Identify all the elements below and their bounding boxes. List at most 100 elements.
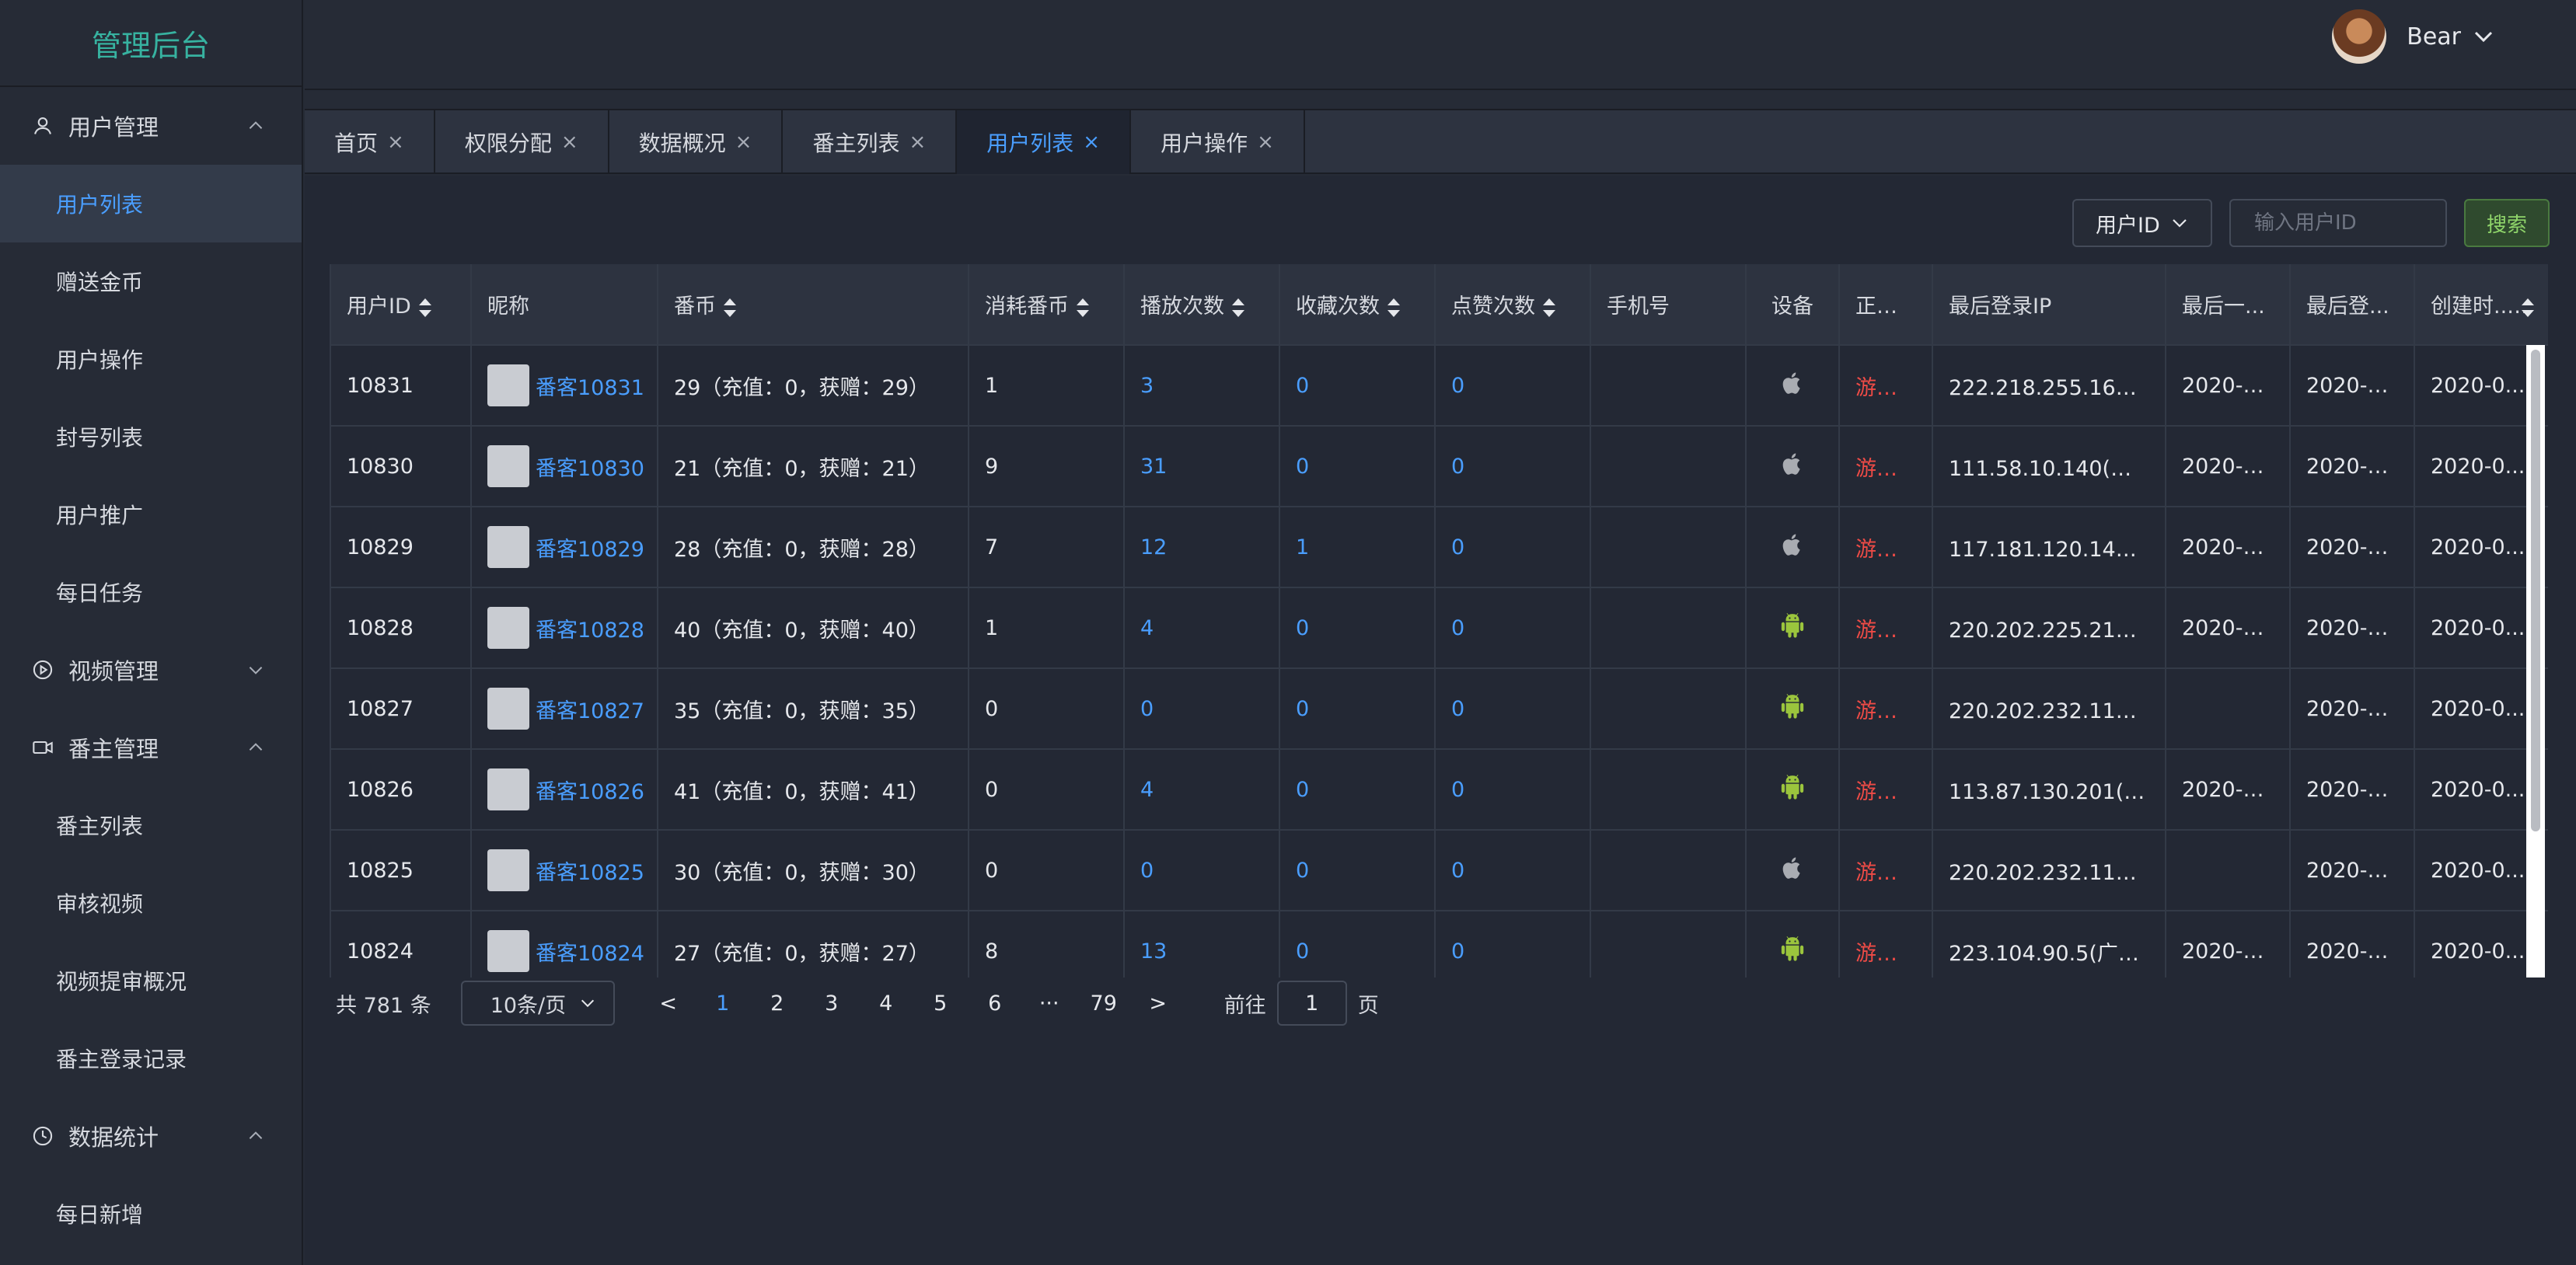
close-icon[interactable]: ×: [1257, 131, 1274, 154]
like-count-link[interactable]: 0: [1435, 587, 1591, 669]
column-header-4[interactable]: 播放次数: [1124, 264, 1280, 346]
sidebar-item-0-0[interactable]: 用户列表: [0, 165, 302, 242]
play-count-link[interactable]: 4: [1124, 749, 1280, 831]
favorite-count-link[interactable]: 1: [1279, 507, 1436, 588]
nickname-link[interactable]: 番客10827: [536, 694, 644, 724]
chevron-down-icon[interactable]: [2472, 25, 2495, 48]
user-menu[interactable]: Bear: [2332, 9, 2495, 64]
sidebar-item-2-3[interactable]: 番主登录记录: [0, 1019, 302, 1097]
sort-icon[interactable]: [1077, 298, 1089, 317]
like-count-link[interactable]: 0: [1435, 668, 1591, 750]
search-field-select[interactable]: 用户ID: [2072, 199, 2212, 247]
sidebar-group-3[interactable]: 数据统计: [0, 1097, 302, 1175]
page-size-select[interactable]: 10条/页: [460, 981, 615, 1026]
favorite-count-link[interactable]: 0: [1279, 830, 1436, 911]
close-icon[interactable]: ×: [909, 131, 926, 154]
sort-icon[interactable]: [1232, 298, 1244, 317]
tab-4[interactable]: 用户列表 ×: [957, 110, 1132, 174]
close-icon[interactable]: ×: [561, 131, 578, 154]
play-count-link[interactable]: 31: [1124, 426, 1280, 507]
table-row[interactable]: 10826 番客10826 41（充值：0，获赠：41） 0 4 0 0 游客... 113.8…: [331, 749, 2548, 831]
next-page-button[interactable]: >: [1131, 991, 1185, 1016]
like-count-link[interactable]: 0: [1435, 749, 1591, 831]
sidebar-item-0-2[interactable]: 用户操作: [0, 320, 302, 398]
page-button-6[interactable]: ···: [1022, 991, 1077, 1016]
page-button-7[interactable]: 79: [1077, 991, 1131, 1016]
like-count-link[interactable]: 0: [1435, 507, 1591, 588]
jump-page-input[interactable]: 1: [1276, 981, 1347, 1026]
like-count-link[interactable]: 0: [1435, 830, 1591, 911]
favorite-count-link[interactable]: 0: [1279, 749, 1436, 831]
table-scrollbar[interactable]: [2526, 345, 2545, 977]
like-count-link[interactable]: 0: [1435, 345, 1591, 427]
table-row[interactable]: 10824 番客10824 27（充值：0，获赠：27） 8 13 0 0 游客... 223.…: [331, 911, 2548, 977]
sidebar-item-0-1[interactable]: 赠送金币: [0, 242, 302, 320]
favorite-count-link[interactable]: 0: [1279, 668, 1436, 750]
tab-3[interactable]: 番主列表 ×: [783, 110, 958, 174]
search-input[interactable]: [2229, 199, 2447, 247]
page-button-3[interactable]: 4: [859, 991, 913, 1016]
page-button-2[interactable]: 3: [805, 991, 859, 1016]
column-header-2[interactable]: 番币: [658, 264, 969, 346]
nickname-link[interactable]: 番客10826: [536, 775, 644, 805]
favorite-count-link[interactable]: 0: [1279, 345, 1436, 427]
scrollbar-thumb[interactable]: [2531, 350, 2540, 831]
column-header-13[interactable]: 创建时...: [2414, 264, 2548, 346]
close-icon[interactable]: ×: [1083, 131, 1100, 154]
play-count-link[interactable]: 3: [1124, 345, 1280, 427]
nickname-link[interactable]: 番客10830: [536, 451, 644, 482]
sidebar-item-0-3[interactable]: 封号列表: [0, 398, 302, 476]
sidebar-item-0-4[interactable]: 用户推广: [0, 476, 302, 553]
table-row[interactable]: 10825 番客10825 30（充值：0，获赠：30） 0 0 0 0 游客... 220.2…: [331, 830, 2548, 911]
page-button-1[interactable]: 2: [750, 991, 805, 1016]
like-count-link[interactable]: 0: [1435, 426, 1591, 507]
column-header-5[interactable]: 收藏次数: [1279, 264, 1436, 346]
column-header-6[interactable]: 点赞次数: [1435, 264, 1591, 346]
favorite-count-link[interactable]: 0: [1279, 911, 1436, 977]
table-row[interactable]: 10828 番客10828 40（充值：0，获赠：40） 1 4 0 0 游客... 220.2…: [331, 587, 2548, 669]
search-button[interactable]: 搜索: [2464, 199, 2550, 247]
tab-1[interactable]: 权限分配 ×: [435, 110, 609, 174]
page-button-5[interactable]: 6: [968, 991, 1022, 1016]
sidebar-group-0[interactable]: 用户管理: [0, 87, 302, 165]
prev-page-button[interactable]: <: [641, 991, 696, 1016]
nickname-link[interactable]: 番客10829: [536, 532, 644, 563]
nickname-link[interactable]: 番客10828: [536, 613, 644, 643]
play-count-link[interactable]: 13: [1124, 911, 1280, 977]
sort-icon[interactable]: [1543, 298, 1555, 317]
sidebar-item-0-5[interactable]: 每日任务: [0, 553, 302, 631]
sidebar-item-2-1[interactable]: 审核视频: [0, 864, 302, 942]
nickname-link[interactable]: 番客10831: [536, 371, 644, 401]
avatar[interactable]: [2332, 9, 2387, 64]
close-icon[interactable]: ×: [387, 131, 404, 154]
sort-icon[interactable]: [1387, 298, 1400, 317]
like-count-link[interactable]: 0: [1435, 911, 1591, 977]
favorite-count-link[interactable]: 0: [1279, 426, 1436, 507]
table-row[interactable]: 10831 番客10831 29（充值：0，获赠：29） 1 3 0 0 游客... 222.2…: [331, 345, 2548, 427]
favorite-count-link[interactable]: 0: [1279, 587, 1436, 669]
nickname-link[interactable]: 番客10825: [536, 856, 644, 886]
sidebar-group-2[interactable]: 番主管理: [0, 709, 302, 786]
page-button-0[interactable]: 1: [696, 991, 750, 1016]
play-count-link[interactable]: 4: [1124, 587, 1280, 669]
table-row[interactable]: 10830 番客10830 21（充值：0，获赠：21） 9 31 0 0 游客... 111.…: [331, 426, 2548, 507]
column-header-0[interactable]: 用户ID: [331, 264, 472, 346]
tab-2[interactable]: 数据概况 ×: [609, 110, 784, 174]
user-name[interactable]: Bear: [2407, 23, 2461, 51]
table-row[interactable]: 10827 番客10827 35（充值：0，获赠：35） 0 0 0 0 游客... 220.2…: [331, 668, 2548, 750]
play-count-link[interactable]: 0: [1124, 830, 1280, 911]
page-button-4[interactable]: 5: [913, 991, 968, 1016]
sidebar-item-2-2[interactable]: 视频提审概况: [0, 942, 302, 1019]
sort-icon[interactable]: [724, 298, 736, 317]
play-count-link[interactable]: 0: [1124, 668, 1280, 750]
table-row[interactable]: 10829 番客10829 28（充值：0，获赠：28） 7 12 1 0 游客... 117.…: [331, 507, 2548, 588]
tab-5[interactable]: 用户操作 ×: [1131, 110, 1305, 174]
tab-0[interactable]: 首页 ×: [305, 110, 435, 174]
sidebar-item-3-0[interactable]: 每日新增: [0, 1175, 302, 1253]
play-count-link[interactable]: 12: [1124, 507, 1280, 588]
close-icon[interactable]: ×: [735, 131, 752, 154]
sidebar-item-2-0[interactable]: 番主列表: [0, 786, 302, 864]
sort-icon[interactable]: [418, 298, 431, 317]
sidebar-group-1[interactable]: 视频管理: [0, 631, 302, 709]
nickname-link[interactable]: 番客10824: [536, 936, 644, 967]
